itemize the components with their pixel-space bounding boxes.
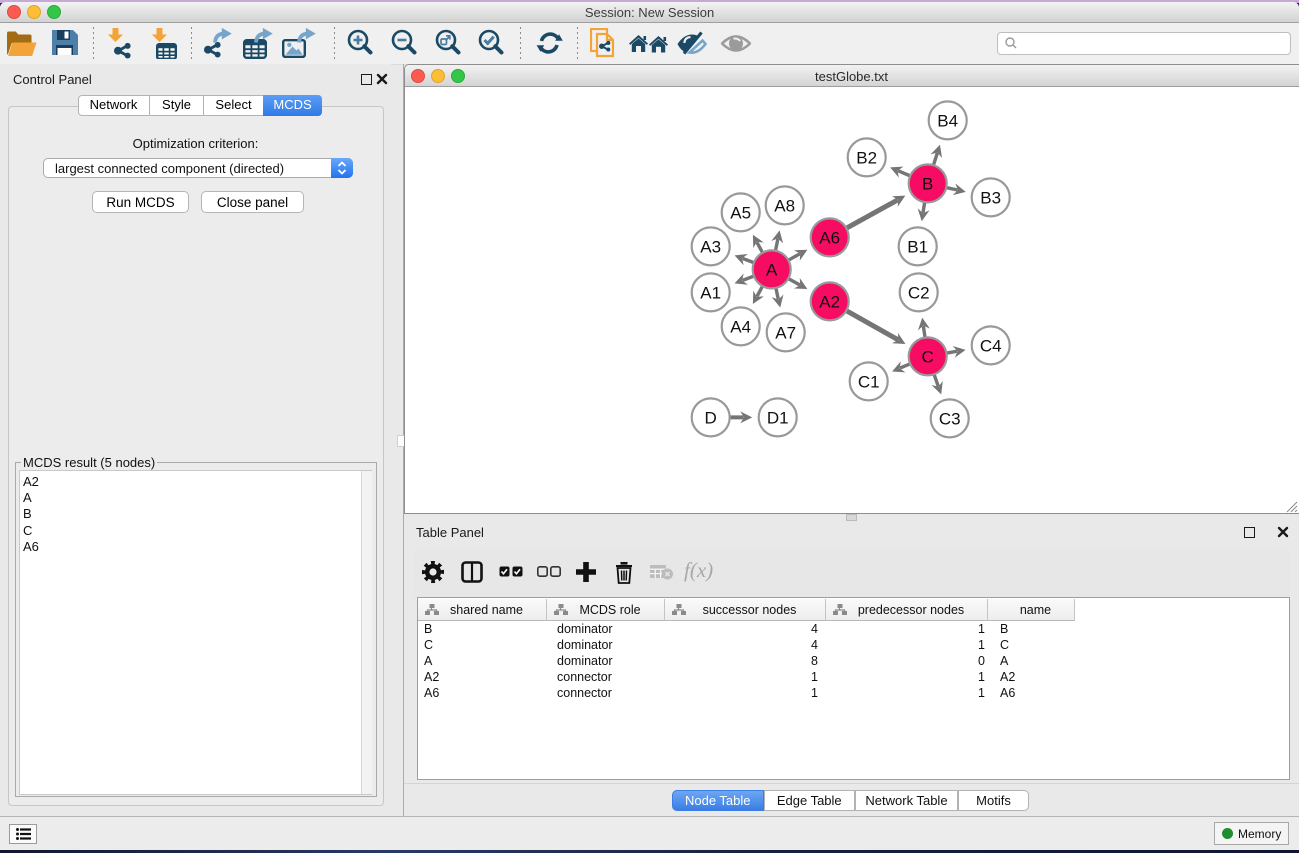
- svg-text:A7: A7: [775, 323, 796, 342]
- svg-text:C: C: [922, 347, 934, 366]
- svg-text:A2: A2: [819, 292, 840, 311]
- svg-text:A: A: [766, 260, 778, 279]
- svg-text:A3: A3: [700, 237, 721, 256]
- svg-text:A4: A4: [730, 317, 751, 336]
- svg-text:B3: B3: [980, 188, 1001, 207]
- svg-text:D: D: [705, 408, 717, 427]
- svg-text:B1: B1: [907, 237, 928, 256]
- svg-text:A8: A8: [774, 196, 795, 215]
- svg-text:B: B: [922, 174, 933, 193]
- svg-text:C3: C3: [939, 409, 961, 428]
- svg-text:D1: D1: [767, 408, 789, 427]
- svg-text:A1: A1: [700, 283, 721, 302]
- svg-text:A5: A5: [730, 203, 751, 222]
- svg-text:C1: C1: [858, 372, 880, 391]
- svg-text:C2: C2: [908, 283, 930, 302]
- svg-text:A6: A6: [819, 228, 840, 247]
- svg-text:C4: C4: [980, 336, 1002, 355]
- svg-text:B2: B2: [856, 148, 877, 167]
- svg-text:B4: B4: [937, 111, 958, 130]
